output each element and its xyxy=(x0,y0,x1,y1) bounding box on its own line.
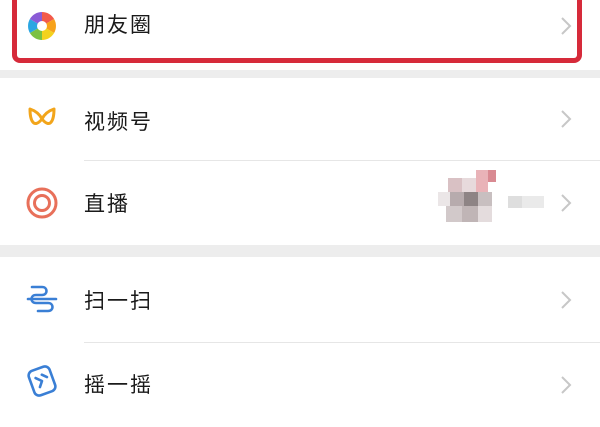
tools-group: 扫一扫 摇一摇 xyxy=(0,257,600,427)
live-ring-icon xyxy=(24,185,60,221)
scan-icon xyxy=(24,281,60,317)
channels-chevron-icon xyxy=(558,107,574,131)
moments-group: 朋友圈 xyxy=(0,0,600,70)
shake-row[interactable]: 摇一摇 xyxy=(0,343,600,427)
channels-group: 视频号 直播 xyxy=(0,78,600,245)
scan-chevron-icon xyxy=(558,288,574,312)
channels-label: 视频号 xyxy=(84,110,153,134)
shake-icon xyxy=(24,363,60,399)
shake-label: 摇一摇 xyxy=(84,373,153,397)
moments-highlight-box xyxy=(12,0,582,63)
scan-row[interactable]: 扫一扫 xyxy=(0,257,600,342)
live-chevron-icon xyxy=(558,191,574,215)
live-row[interactable]: 直播 xyxy=(0,161,600,245)
scan-label: 扫一扫 xyxy=(84,289,153,313)
channels-butterfly-icon xyxy=(24,101,60,137)
shake-chevron-icon xyxy=(558,373,574,397)
live-label: 直播 xyxy=(84,192,130,216)
channels-row[interactable]: 视频号 xyxy=(0,78,600,222)
